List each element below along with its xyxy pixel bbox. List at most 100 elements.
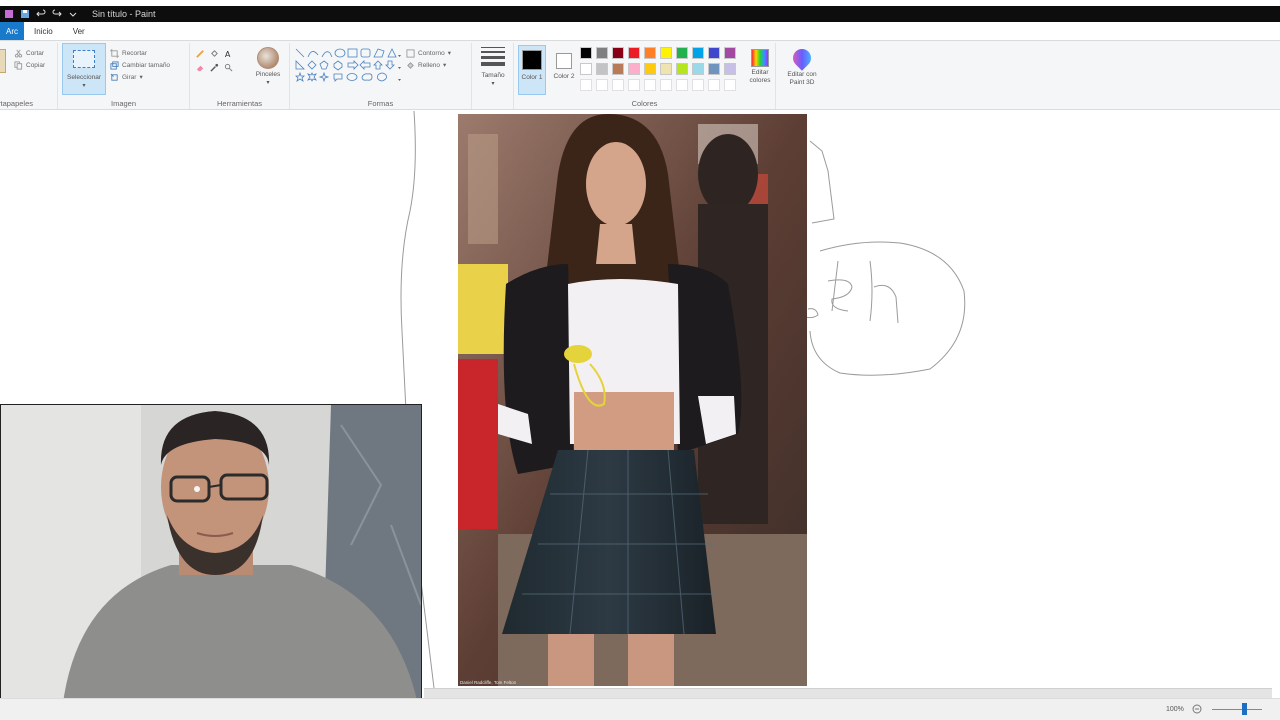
crop-icon xyxy=(110,48,119,58)
undo-icon[interactable] xyxy=(36,9,46,19)
color-palette xyxy=(580,47,740,97)
colors-group-label: Colores xyxy=(631,99,658,108)
rotate-dropdown-icon[interactable]: ▾ xyxy=(139,73,142,81)
edit-colors-button[interactable]: Editar colores xyxy=(744,45,776,95)
paste-button[interactable] xyxy=(0,49,6,73)
palette-swatch[interactable] xyxy=(580,47,592,59)
fill-bucket-icon[interactable] xyxy=(210,49,219,58)
brush-icon xyxy=(257,47,279,69)
palette-swatch[interactable] xyxy=(644,47,656,59)
custom-color-slot[interactable] xyxy=(612,79,624,91)
scissors-icon xyxy=(14,49,23,58)
customize-toolbar-icon[interactable] xyxy=(68,9,78,19)
status-bar: 100% xyxy=(0,698,1280,720)
palette-swatch[interactable] xyxy=(596,63,608,75)
fill-button[interactable]: Relleno ▾ xyxy=(406,59,451,71)
color-picker-icon[interactable] xyxy=(210,63,219,72)
palette-swatch[interactable] xyxy=(692,47,704,59)
photo-image xyxy=(458,114,807,686)
horizontal-scrollbar[interactable] xyxy=(424,688,1272,698)
zoom-slider-thumb[interactable] xyxy=(1242,703,1247,715)
brushes-label: Pinceles xyxy=(255,71,281,78)
custom-color-slot[interactable] xyxy=(724,79,736,91)
palette-swatch[interactable] xyxy=(596,47,608,59)
custom-color-slot[interactable] xyxy=(580,79,592,91)
color1-swatch xyxy=(522,50,542,70)
palette-swatch[interactable] xyxy=(708,47,720,59)
fill-icon xyxy=(406,61,415,70)
tab-file[interactable]: Arc xyxy=(0,22,24,40)
paint3d-group: Editar con Paint 3D xyxy=(776,43,828,109)
select-dropdown-icon[interactable]: ▾ xyxy=(63,82,105,90)
custom-color-slot[interactable] xyxy=(708,79,720,91)
palette-swatch[interactable] xyxy=(660,47,672,59)
line-size-icon xyxy=(481,47,505,66)
custom-color-slot[interactable] xyxy=(660,79,672,91)
crop-label: Recortar xyxy=(122,49,147,57)
palette-swatch[interactable] xyxy=(676,63,688,75)
palette-swatch[interactable] xyxy=(628,63,640,75)
rotate-button[interactable]: Girar ▾ xyxy=(110,71,170,83)
outline-button[interactable]: Contorno ▾ xyxy=(406,47,451,59)
palette-swatch[interactable] xyxy=(724,47,736,59)
custom-color-slot[interactable] xyxy=(692,79,704,91)
webcam-person-image xyxy=(1,405,421,719)
save-icon[interactable] xyxy=(20,9,30,19)
select-button[interactable]: Seleccionar ▾ xyxy=(62,43,106,95)
palette-swatch[interactable] xyxy=(612,47,624,59)
custom-color-slot[interactable] xyxy=(596,79,608,91)
size-dropdown-icon[interactable]: ▾ xyxy=(476,80,510,88)
cut-label: Cortar xyxy=(26,49,45,57)
palette-swatch[interactable] xyxy=(628,47,640,59)
redo-icon[interactable] xyxy=(52,9,62,19)
rotate-icon xyxy=(110,73,119,82)
paint-app-icon xyxy=(4,9,14,19)
cut-button[interactable]: Cortar xyxy=(14,47,45,59)
color2-label: Color 2 xyxy=(553,73,575,80)
tools-group-label: Herramientas xyxy=(216,99,262,108)
eraser-icon[interactable] xyxy=(196,63,205,72)
custom-color-slot[interactable] xyxy=(628,79,640,91)
fill-label: Relleno xyxy=(418,61,441,69)
tab-view[interactable]: Ver xyxy=(63,22,95,40)
palette-swatch[interactable] xyxy=(644,63,656,75)
shapes-gallery[interactable] xyxy=(294,47,402,93)
palette-swatch[interactable] xyxy=(724,63,736,75)
paint3d-button[interactable]: Editar con Paint 3D xyxy=(782,45,822,95)
outline-dropdown-icon[interactable]: ▾ xyxy=(448,49,451,57)
color2-button[interactable]: Color 2 xyxy=(550,45,578,95)
shapes-group-label: Formas xyxy=(367,99,394,108)
crop-button[interactable]: Recortar xyxy=(110,47,170,59)
palette-swatch[interactable] xyxy=(708,63,720,75)
palette-swatch[interactable] xyxy=(612,63,624,75)
brushes-button[interactable]: Pinceles ▾ xyxy=(250,45,286,95)
color2-swatch xyxy=(556,53,572,69)
size-group: Tamaño ▾ xyxy=(472,43,514,109)
paint-window: Sin título - Paint Arc Inicio Ver Cortar… xyxy=(0,0,1280,720)
zoom-out-icon[interactable] xyxy=(1192,704,1202,714)
color1-button[interactable]: Color 1 xyxy=(518,45,546,95)
palette-swatch[interactable] xyxy=(692,63,704,75)
custom-color-slot[interactable] xyxy=(644,79,656,91)
size-button[interactable]: Tamaño ▾ xyxy=(476,45,510,95)
text-icon[interactable]: A xyxy=(224,49,233,58)
magnifier-icon[interactable] xyxy=(224,63,233,72)
resize-button[interactable]: Cambiar tamaño xyxy=(110,59,170,71)
fill-dropdown-icon[interactable]: ▾ xyxy=(443,61,446,69)
tab-home[interactable]: Inicio xyxy=(24,22,63,40)
zoom-slider-track[interactable] xyxy=(1212,709,1262,710)
custom-color-slot[interactable] xyxy=(676,79,688,91)
pasted-photo[interactable]: Daniel Radcliffe, Tom Felton xyxy=(458,114,807,686)
palette-swatch[interactable] xyxy=(660,63,672,75)
edit-colors-label: Editar colores xyxy=(749,69,771,84)
brushes-dropdown-icon[interactable]: ▾ xyxy=(250,79,286,87)
palette-swatch[interactable] xyxy=(676,47,688,59)
outline-icon xyxy=(406,48,415,58)
webcam-overlay xyxy=(0,404,422,720)
zoom-level: 100% xyxy=(1166,706,1184,713)
palette-swatch[interactable] xyxy=(580,63,592,75)
copy-button[interactable]: Copiar xyxy=(14,59,45,71)
pencil-icon[interactable] xyxy=(196,49,205,58)
colors-group: Color 1 Color 2 Editar colores Colores xyxy=(514,43,776,109)
tools-group: A Pinceles ▾ Herramientas xyxy=(190,43,290,109)
